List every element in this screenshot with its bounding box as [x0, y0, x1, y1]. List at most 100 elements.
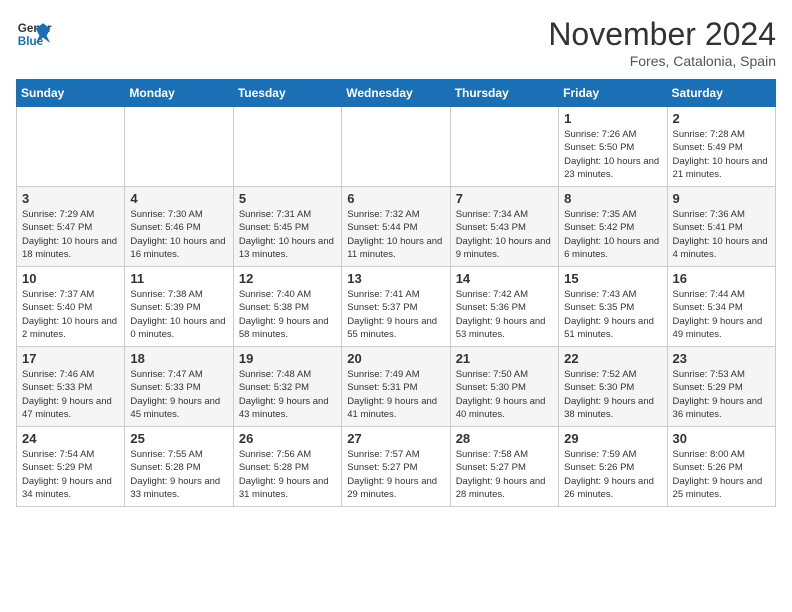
day-info: Sunrise: 8:00 AM Sunset: 5:26 PM Dayligh… [673, 448, 770, 501]
table-row: 30Sunrise: 8:00 AM Sunset: 5:26 PM Dayli… [667, 427, 775, 507]
day-info: Sunrise: 7:38 AM Sunset: 5:39 PM Dayligh… [130, 288, 227, 341]
day-number: 18 [130, 351, 227, 366]
table-row: 10 Sunrise: 7:37 AM Sunset: 5:40 PM Dayli… [17, 267, 125, 347]
table-row: 9 Sunrise: 7:36 AM Sunset: 5:41 PM Daylig… [667, 187, 775, 267]
month-title: November 2024 [548, 16, 776, 53]
table-row: 6Sunrise: 7:32 AM Sunset: 5:44 PM Daylig… [342, 187, 450, 267]
day-number: 13 [347, 271, 444, 286]
table-row: 3 Sunrise: 7:29 AM Sunset: 5:47 PM Daylig… [17, 187, 125, 267]
day-number: 22 [564, 351, 661, 366]
day-info: Sunrise: 7:57 AM Sunset: 5:27 PM Dayligh… [347, 448, 444, 501]
day-info: Sunrise: 7:59 AM Sunset: 5:26 PM Dayligh… [564, 448, 661, 501]
calendar-week-row: 17 Sunrise: 7:46 AM Sunset: 5:33 PM Dayli… [17, 347, 776, 427]
day-number: 16 [673, 271, 770, 286]
page-header: General Blue November 2024 Fores, Catalo… [16, 16, 776, 69]
day-number: 7 [456, 191, 553, 206]
calendar-week-row: 3 Sunrise: 7:29 AM Sunset: 5:47 PM Daylig… [17, 187, 776, 267]
table-row: 2 Sunrise: 7:28 AM Sunset: 5:49 PM Daylig… [667, 107, 775, 187]
table-row: 26 Sunrise: 7:56 AM Sunset: 5:28 PM Dayli… [233, 427, 341, 507]
day-info: Sunrise: 7:28 AM Sunset: 5:49 PM Dayligh… [673, 128, 770, 181]
day-info: Sunrise: 7:46 AM Sunset: 5:33 PM Dayligh… [22, 368, 119, 421]
table-row: 1 Sunrise: 7:26 AM Sunset: 5:50 PM Daylig… [559, 107, 667, 187]
day-info: Sunrise: 7:54 AM Sunset: 5:29 PM Dayligh… [22, 448, 119, 501]
day-info: Sunrise: 7:35 AM Sunset: 5:42 PM Dayligh… [564, 208, 661, 261]
day-info: Sunrise: 7:53 AM Sunset: 5:29 PM Dayligh… [673, 368, 770, 421]
table-row: 19 Sunrise: 7:48 AM Sunset: 5:32 PM Dayli… [233, 347, 341, 427]
day-number: 28 [456, 431, 553, 446]
day-number: 3 [22, 191, 119, 206]
day-info: Sunrise: 7:52 AM Sunset: 5:30 PM Dayligh… [564, 368, 661, 421]
day-info: Sunrise: 7:43 AM Sunset: 5:35 PM Dayligh… [564, 288, 661, 341]
day-number: 1 [564, 111, 661, 126]
day-number: 20 [347, 351, 444, 366]
table-row [17, 107, 125, 187]
col-monday: Monday [125, 80, 233, 107]
table-row: 25 Sunrise: 7:55 AM Sunset: 5:28 PM Dayli… [125, 427, 233, 507]
table-row [450, 107, 558, 187]
table-row [233, 107, 341, 187]
table-row: 29 Sunrise: 7:59 AM Sunset: 5:26 PM Dayli… [559, 427, 667, 507]
table-row: 15Sunrise: 7:43 AM Sunset: 5:35 PM Dayli… [559, 267, 667, 347]
day-info: Sunrise: 7:56 AM Sunset: 5:28 PM Dayligh… [239, 448, 336, 501]
col-thursday: Thursday [450, 80, 558, 107]
day-number: 2 [673, 111, 770, 126]
table-row: 4Sunrise: 7:30 AM Sunset: 5:46 PM Daylig… [125, 187, 233, 267]
day-number: 11 [130, 271, 227, 286]
table-row: 21 Sunrise: 7:50 AM Sunset: 5:30 PM Dayli… [450, 347, 558, 427]
day-info: Sunrise: 7:41 AM Sunset: 5:37 PM Dayligh… [347, 288, 444, 341]
day-number: 29 [564, 431, 661, 446]
table-row: 11 Sunrise: 7:38 AM Sunset: 5:39 PM Dayli… [125, 267, 233, 347]
logo-icon: General Blue [16, 16, 52, 52]
calendar-header-row: Sunday Monday Tuesday Wednesday Thursday… [17, 80, 776, 107]
location-subtitle: Fores, Catalonia, Spain [548, 53, 776, 69]
table-row [125, 107, 233, 187]
day-info: Sunrise: 7:42 AM Sunset: 5:36 PM Dayligh… [456, 288, 553, 341]
day-number: 25 [130, 431, 227, 446]
table-row: 24 Sunrise: 7:54 AM Sunset: 5:29 PM Dayli… [17, 427, 125, 507]
col-sunday: Sunday [17, 80, 125, 107]
table-row: 12 Sunrise: 7:40 AM Sunset: 5:38 PM Dayli… [233, 267, 341, 347]
day-info: Sunrise: 7:26 AM Sunset: 5:50 PM Dayligh… [564, 128, 661, 181]
day-info: Sunrise: 7:29 AM Sunset: 5:47 PM Dayligh… [22, 208, 119, 261]
day-number: 21 [456, 351, 553, 366]
calendar-week-row: 10 Sunrise: 7:37 AM Sunset: 5:40 PM Dayli… [17, 267, 776, 347]
day-info: Sunrise: 7:31 AM Sunset: 5:45 PM Dayligh… [239, 208, 336, 261]
day-info: Sunrise: 7:44 AM Sunset: 5:34 PM Dayligh… [673, 288, 770, 341]
day-number: 4 [130, 191, 227, 206]
day-number: 12 [239, 271, 336, 286]
day-number: 9 [673, 191, 770, 206]
table-row: 23 Sunrise: 7:53 AM Sunset: 5:29 PM Dayli… [667, 347, 775, 427]
logo: General Blue [16, 16, 52, 52]
day-number: 24 [22, 431, 119, 446]
day-number: 8 [564, 191, 661, 206]
day-number: 10 [22, 271, 119, 286]
day-info: Sunrise: 7:40 AM Sunset: 5:38 PM Dayligh… [239, 288, 336, 341]
table-row: 27Sunrise: 7:57 AM Sunset: 5:27 PM Dayli… [342, 427, 450, 507]
col-friday: Friday [559, 80, 667, 107]
title-section: November 2024 Fores, Catalonia, Spain [548, 16, 776, 69]
table-row: 16 Sunrise: 7:44 AM Sunset: 5:34 PM Dayli… [667, 267, 775, 347]
day-number: 23 [673, 351, 770, 366]
table-row: 8 Sunrise: 7:35 AM Sunset: 5:42 PM Daylig… [559, 187, 667, 267]
table-row [342, 107, 450, 187]
col-wednesday: Wednesday [342, 80, 450, 107]
day-number: 17 [22, 351, 119, 366]
calendar-week-row: 24 Sunrise: 7:54 AM Sunset: 5:29 PM Dayli… [17, 427, 776, 507]
table-row: 13 Sunrise: 7:41 AM Sunset: 5:37 PM Dayli… [342, 267, 450, 347]
day-info: Sunrise: 7:49 AM Sunset: 5:31 PM Dayligh… [347, 368, 444, 421]
col-tuesday: Tuesday [233, 80, 341, 107]
table-row: 20 Sunrise: 7:49 AM Sunset: 5:31 PM Dayli… [342, 347, 450, 427]
day-info: Sunrise: 7:36 AM Sunset: 5:41 PM Dayligh… [673, 208, 770, 261]
day-info: Sunrise: 7:55 AM Sunset: 5:28 PM Dayligh… [130, 448, 227, 501]
day-info: Sunrise: 7:50 AM Sunset: 5:30 PM Dayligh… [456, 368, 553, 421]
table-row: 14Sunrise: 7:42 AM Sunset: 5:36 PM Dayli… [450, 267, 558, 347]
day-info: Sunrise: 7:47 AM Sunset: 5:33 PM Dayligh… [130, 368, 227, 421]
calendar-week-row: 1 Sunrise: 7:26 AM Sunset: 5:50 PM Daylig… [17, 107, 776, 187]
col-saturday: Saturday [667, 80, 775, 107]
day-number: 6 [347, 191, 444, 206]
day-number: 19 [239, 351, 336, 366]
day-info: Sunrise: 7:37 AM Sunset: 5:40 PM Dayligh… [22, 288, 119, 341]
day-number: 26 [239, 431, 336, 446]
day-info: Sunrise: 7:48 AM Sunset: 5:32 PM Dayligh… [239, 368, 336, 421]
calendar-table: Sunday Monday Tuesday Wednesday Thursday… [16, 79, 776, 507]
